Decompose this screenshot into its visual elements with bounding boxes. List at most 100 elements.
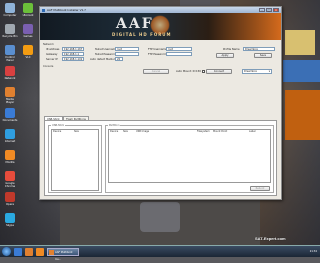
auto-mount-checkbox[interactable]: [202, 70, 205, 73]
partition-list[interactable]: Device Size USB Image Filesystem Mount P…: [108, 129, 271, 183]
desktop-icon[interactable]: Mozilla: [2, 150, 18, 164]
mozilla-icon: [5, 150, 15, 160]
col-mount-point: Mount Point: [213, 130, 228, 133]
desktop-icon[interactable]: Network: [2, 66, 18, 80]
usb-group: USB-Stick Device Size: [48, 124, 102, 193]
telnet-password-field[interactable]: [115, 52, 139, 56]
gateway-field[interactable]: 192.168.1.1: [62, 52, 84, 56]
taskbar: AAF Multiboot Ins... 21:34: [0, 245, 320, 261]
desktop-icon[interactable]: Documents: [2, 108, 18, 122]
banner: AAF DIGITAL HD FORUM: [40, 13, 281, 40]
reboot-button[interactable]: Reboot: [250, 186, 270, 191]
profile-name-label: Profile Name: [223, 48, 240, 51]
media-player-icon[interactable]: [25, 247, 33, 256]
skype-icon: [5, 213, 15, 223]
desktop-icon[interactable]: VLC: [20, 45, 36, 59]
server-ip-label: Server IP: [46, 58, 58, 61]
utorrent-icon: [23, 3, 33, 13]
app-icon: [42, 8, 45, 12]
desktop-icon-label: Computer: [3, 14, 17, 17]
desktop-icon[interactable]: Internet: [2, 129, 18, 143]
apply-button[interactable]: Apply: [216, 53, 234, 58]
server-ip-field[interactable]: 192.168.1.102: [62, 57, 84, 61]
desktop-icon-label: Media Player: [5, 98, 15, 104]
desktop-icon-label: Internet: [4, 140, 16, 143]
desktop-icon[interactable]: Media Player: [2, 87, 18, 104]
desktop-icon-label: Skype: [6, 224, 14, 227]
ip-label: IP-address: [46, 48, 60, 51]
opera-icon: [5, 192, 15, 202]
desktop-icon-label: Documents: [2, 119, 18, 122]
start-button[interactable]: [2, 247, 11, 256]
device-select-value: Dreambox: [244, 70, 257, 73]
documents-icon: [5, 108, 15, 118]
network-icon: [5, 66, 15, 76]
ftp-password-label: FTP Password: [148, 53, 166, 56]
auto-mount-label: Auto Mount: ID: [176, 70, 196, 73]
firefox-icon[interactable]: [36, 247, 44, 256]
device-select[interactable]: Dreambox ▾: [242, 69, 272, 74]
telnet-username-field[interactable]: root: [115, 47, 139, 51]
desktop-icon[interactable]: Utorrent: [20, 3, 36, 17]
telnet-password-label: Telnet Password: [95, 53, 116, 56]
desktop-icon-label: Network: [4, 77, 16, 80]
ip-field[interactable]: 192.168.1.167: [62, 47, 84, 51]
desktop-icon-label: Utorrent: [22, 14, 34, 17]
desktop-icon[interactable]: Google Chrome: [2, 171, 18, 188]
wallpaper-sign: [285, 30, 315, 55]
cancel-button[interactable]: Cancel: [143, 69, 169, 74]
desktop-icon-label: Opera: [6, 203, 14, 206]
usb-device-list[interactable]: Device Size: [51, 129, 99, 191]
tray-clock: 21:34: [309, 250, 317, 253]
chevron-down-icon: ▾: [268, 70, 270, 73]
desktop-icon-label: Mozilla: [5, 161, 15, 164]
save-button[interactable]: Save: [254, 53, 272, 58]
tab-panel: USB-Stick Device Size Partition Device S…: [44, 120, 277, 196]
desktop-icon-label: Google Chrome: [4, 182, 16, 188]
internet-icon: [5, 129, 15, 139]
banner-subtitle: DIGITAL HD FORUM: [112, 32, 172, 37]
media-player-icon: [5, 87, 15, 97]
auto-mount-value: 150: [196, 70, 201, 73]
desktop-icon-label: Control Panel: [5, 56, 15, 62]
ftp-password-field[interactable]: [166, 52, 192, 56]
auto-detect-label: Auto detect Medium: [90, 58, 117, 61]
wallpaper-robot: [140, 202, 180, 232]
wallpaper-sign: [283, 60, 320, 82]
maximize-icon[interactable]: □: [266, 8, 272, 12]
partition-group: Partition Device Size USB Image Filesyst…: [105, 124, 274, 193]
taskbar-app-button[interactable]: AAF Multiboot Ins...: [47, 247, 79, 261]
col-device: Device: [53, 130, 62, 133]
network-section-label: Network: [43, 43, 54, 46]
col-device: Device: [110, 130, 119, 133]
minimize-icon[interactable]: –: [259, 8, 265, 12]
telnet-username-label: Telnet Username: [95, 48, 117, 51]
desktop-icon[interactable]: Control Panel: [2, 45, 18, 62]
col-size: Size: [74, 130, 79, 133]
banner-logo: AAF: [116, 16, 154, 32]
desktop-icon[interactable]: Computer: [2, 3, 18, 17]
desktop-icon[interactable]: Recycle Bin: [2, 24, 18, 38]
col-usb-image: USB Image: [136, 130, 150, 133]
window-title: AAF Multiboot Installer V1.7: [47, 8, 86, 12]
col-filesystem: Filesystem: [197, 130, 210, 133]
console-label: Console: [43, 65, 54, 68]
system-tray[interactable]: 21:34: [310, 250, 317, 253]
ftp-username-field[interactable]: root: [166, 47, 192, 51]
desktop-icon[interactable]: Opera: [2, 192, 18, 206]
desktop-icon[interactable]: Skype: [2, 213, 18, 227]
usb-group-title: USB-Stick: [51, 124, 66, 127]
close-icon[interactable]: ×: [273, 8, 279, 12]
explorer-icon[interactable]: [14, 247, 22, 256]
auto-detect-field[interactable]: 20: [115, 57, 123, 61]
profile-name-field[interactable]: Dreambox: [243, 47, 275, 51]
control-panel-icon: [5, 45, 15, 55]
desktop-icon-label: Games: [23, 35, 33, 38]
computer-icon: [5, 3, 15, 13]
games-icon: [23, 24, 33, 34]
vlc-icon: [23, 45, 33, 55]
connect-button[interactable]: Connect: [206, 69, 232, 74]
col-label: Label: [249, 130, 256, 133]
recycle-bin-icon: [5, 24, 15, 34]
desktop-icon[interactable]: Games: [20, 24, 36, 38]
